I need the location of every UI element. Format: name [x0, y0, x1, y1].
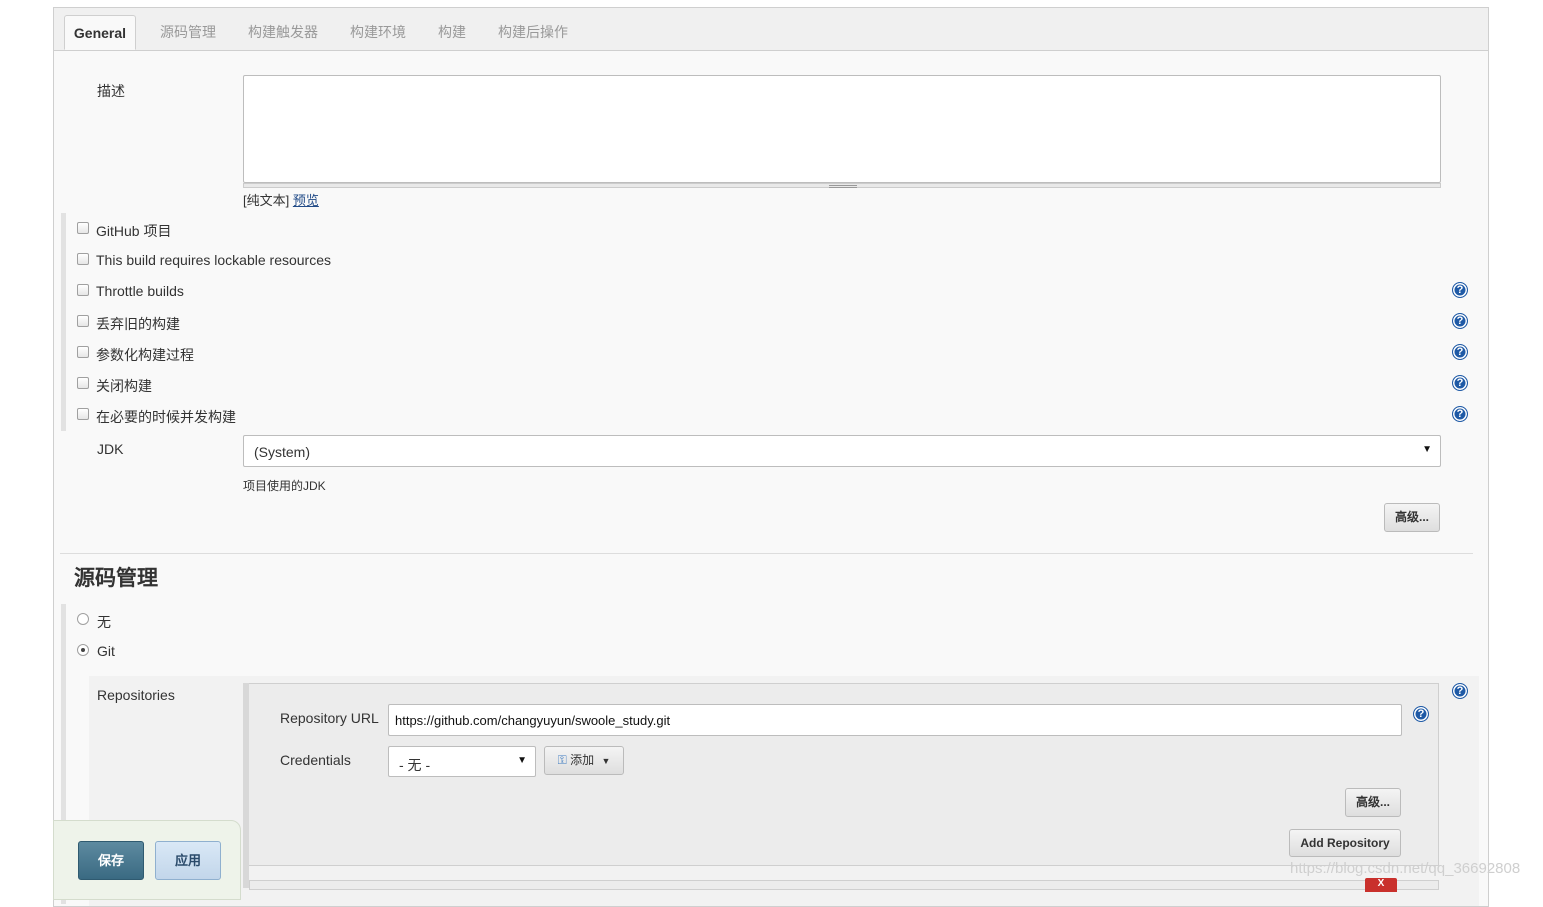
credentials-label: Credentials [280, 752, 351, 768]
jdk-selected-value: (System) [254, 444, 310, 460]
repo-url-label: Repository URL [280, 710, 379, 726]
resize-grip-icon [829, 185, 857, 188]
parameterized-build-label: 参数化构建过程 [96, 347, 194, 363]
format-links: [纯文本] 预览 [243, 190, 319, 209]
add-credentials-label: 添加 [570, 753, 595, 767]
repo-url-help-icon[interactable]: ? [1413, 706, 1429, 722]
repository-rail [243, 683, 249, 888]
github-project-label: GitHub 项目 [96, 223, 172, 239]
save-button[interactable]: 保存 [78, 841, 144, 880]
throttle-builds-label: Throttle builds [96, 283, 184, 299]
github-project-checkbox[interactable] [77, 222, 89, 234]
tab-post-build[interactable]: 构建后操作 [498, 22, 568, 50]
tab-build-environment[interactable]: 构建环境 [350, 22, 406, 50]
scm-git-label: Git [97, 643, 115, 659]
delete-repository-button[interactable]: X [1365, 878, 1397, 892]
tab-scm[interactable]: 源码管理 [160, 22, 216, 50]
disable-build-label: 关闭构建 [96, 378, 152, 394]
tab-general[interactable]: General [64, 15, 136, 50]
tab-bar: General 源码管理 构建触发器 构建环境 构建 构建后操作 [54, 8, 1488, 51]
caret-down-icon: ▼ [601, 756, 611, 766]
section-divider [60, 553, 1473, 554]
concurrent-build-label: 在必要的时候并发构建 [96, 409, 236, 425]
jdk-select[interactable]: (System) ▼ [243, 435, 1441, 467]
key-icon: ⚿ [557, 753, 567, 767]
options-rail [61, 213, 66, 431]
credentials-select[interactable]: - 无 - ▼ [388, 746, 536, 777]
discard-old-builds-checkbox[interactable] [77, 315, 89, 327]
parameterized-build-checkbox[interactable] [77, 346, 89, 358]
throttle-builds-help-icon[interactable]: ? [1452, 282, 1468, 298]
credentials-selected-value: - 无 - [399, 757, 431, 773]
apply-button[interactable]: 应用 [155, 841, 221, 880]
disable-build-checkbox[interactable] [77, 377, 89, 389]
parameterized-build-help-icon[interactable]: ? [1452, 344, 1468, 360]
throttle-builds-checkbox[interactable] [77, 284, 89, 296]
chevron-down-icon: ▼ [1422, 444, 1432, 455]
lockable-resources-checkbox[interactable] [77, 253, 89, 265]
scm-none-label: 无 [97, 614, 111, 630]
tab-build-triggers[interactable]: 构建触发器 [248, 22, 318, 50]
lockable-resources-label: This build requires lockable resources [96, 252, 331, 268]
jdk-hint: 项目使用的JDK [243, 479, 326, 493]
watermark: https://blog.csdn.net/qq_36692808 [1290, 860, 1521, 877]
next-repository-box [249, 880, 1439, 890]
general-advanced-button[interactable]: 高级... [1384, 503, 1440, 532]
concurrent-build-checkbox[interactable] [77, 408, 89, 420]
discard-old-builds-help-icon[interactable]: ? [1452, 313, 1468, 329]
textarea-resize-handle[interactable] [243, 183, 1441, 188]
jdk-label: JDK [97, 441, 124, 457]
scm-section-title: 源码管理 [74, 567, 158, 590]
description-textarea[interactable] [243, 75, 1441, 183]
disable-build-help-icon[interactable]: ? [1452, 375, 1468, 391]
add-repository-button[interactable]: Add Repository [1289, 829, 1401, 857]
add-credentials-button[interactable]: ⚿ 添加 ▼ [544, 746, 624, 775]
scm-none-radio[interactable] [77, 613, 89, 625]
preview-link[interactable]: 预览 [293, 193, 319, 208]
chevron-down-icon: ▼ [517, 755, 527, 766]
repo-url-input[interactable]: https://github.com/changyuyun/swoole_stu… [388, 704, 1402, 736]
format-plain-text: [纯文本] [243, 193, 290, 208]
description-label: 描述 [97, 83, 125, 99]
concurrent-build-help-icon[interactable]: ? [1452, 406, 1468, 422]
repo-advanced-button[interactable]: 高级... [1345, 788, 1401, 817]
tab-build[interactable]: 构建 [438, 22, 466, 50]
repositories-label: Repositories [97, 687, 175, 703]
discard-old-builds-label: 丢弃旧的构建 [96, 316, 180, 332]
scm-git-radio[interactable] [77, 644, 89, 656]
repositories-help-icon[interactable]: ? [1452, 683, 1468, 699]
